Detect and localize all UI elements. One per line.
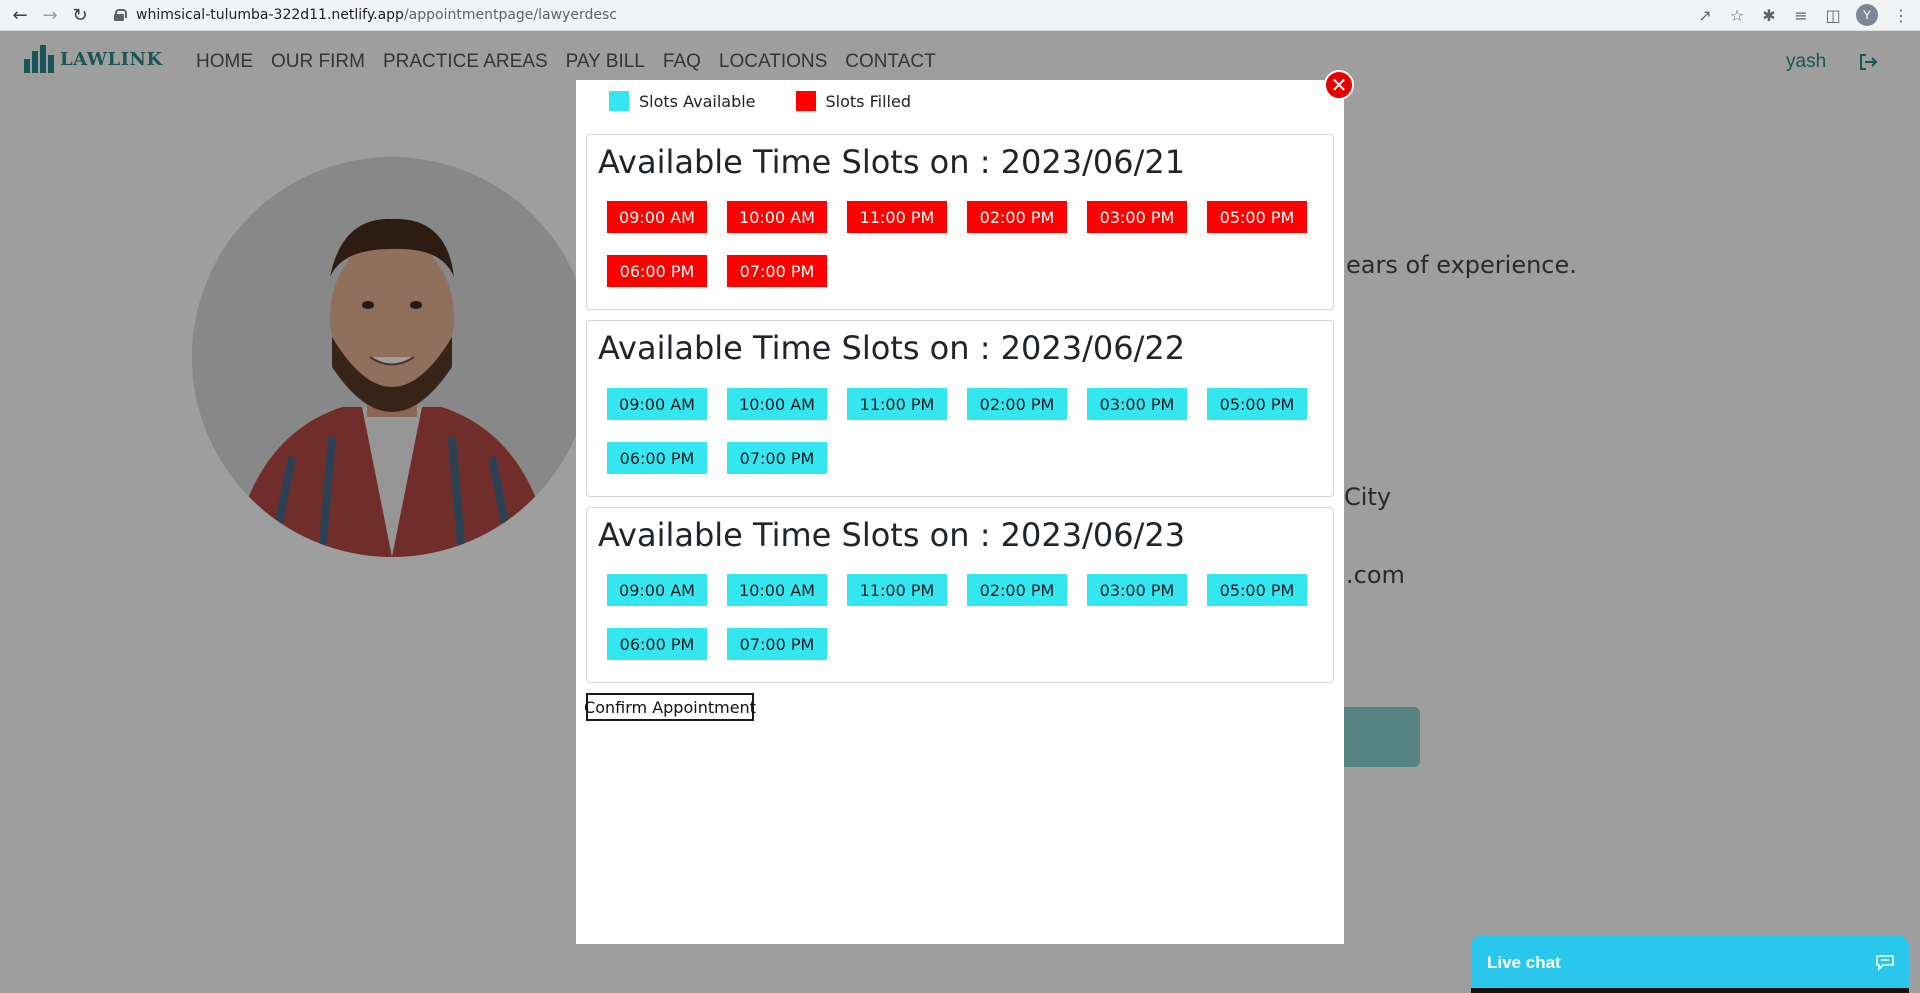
available-swatch (609, 91, 629, 111)
time-slot[interactable]: 02:00 PM (967, 388, 1067, 420)
side-panel-icon[interactable]: ◫ (1824, 6, 1842, 25)
time-slot[interactable]: 07:00 PM (727, 442, 827, 474)
time-slot[interactable]: 11:00 PM (847, 201, 947, 233)
lock-icon (114, 9, 127, 21)
reload-icon[interactable]: ↻ (68, 3, 92, 27)
forward-arrow-icon[interactable]: → (38, 3, 62, 27)
close-icon[interactable]: ✕ (1324, 70, 1354, 100)
address-bar[interactable]: whimsical-tulumba-322d11.netlify.app/app… (102, 3, 1696, 27)
time-slot[interactable]: 07:00 PM (727, 628, 827, 660)
time-slot[interactable]: 09:00 AM (607, 201, 707, 233)
extensions-icon[interactable]: ✱ (1760, 6, 1778, 25)
chat-bubble-icon (1876, 955, 1894, 971)
back-arrow-icon[interactable]: ← (8, 3, 32, 27)
time-slot[interactable]: 06:00 PM (607, 628, 707, 660)
url-host: whimsical-tulumba-322d11.netlify.app (136, 7, 404, 23)
filled-swatch (795, 91, 816, 111)
time-slot[interactable]: 03:00 PM (1087, 574, 1187, 606)
time-slot[interactable]: 09:00 AM (607, 574, 707, 606)
day-title: Available Time Slots on : 2023/06/22 (598, 329, 1186, 367)
time-slot[interactable]: 06:00 PM (607, 442, 707, 474)
time-slot[interactable]: 03:00 PM (1087, 201, 1187, 233)
time-slot[interactable]: 11:00 PM (847, 574, 947, 606)
day-card-2023-06-23: Available Time Slots on : 2023/06/23 09:… (586, 507, 1334, 683)
day-card-2023-06-21: Available Time Slots on : 2023/06/21 09:… (586, 134, 1334, 310)
menu-dots-icon[interactable]: ⋮ (1892, 6, 1910, 25)
legend-available-label: Slots Available (639, 91, 756, 111)
time-slot[interactable]: 10:00 AM (727, 201, 827, 233)
day-title: Available Time Slots on : 2023/06/21 (598, 143, 1186, 181)
time-slot[interactable]: 05:00 PM (1207, 388, 1307, 420)
time-slot[interactable]: 10:00 AM (727, 388, 827, 420)
time-slot[interactable]: 11:00 PM (847, 388, 947, 420)
star-icon[interactable]: ☆ (1728, 6, 1746, 25)
legend-filled-label: Slots Filled (825, 91, 911, 111)
time-slot[interactable]: 09:00 AM (607, 388, 707, 420)
slot-legend: Slots Available Slots Filled (609, 91, 951, 111)
time-slot[interactable]: 03:00 PM (1087, 388, 1187, 420)
reading-list-icon[interactable]: ≡ (1792, 6, 1810, 25)
day-title: Available Time Slots on : 2023/06/23 (598, 516, 1186, 554)
time-slot[interactable]: 07:00 PM (727, 255, 827, 287)
live-chat-widget[interactable]: Live chat (1471, 935, 1909, 993)
time-slot[interactable]: 10:00 AM (727, 574, 827, 606)
browser-toolbar: ← → ↻ whimsical-tulumba-322d11.netlify.a… (0, 0, 1920, 31)
time-slot[interactable]: 05:00 PM (1207, 574, 1307, 606)
url-path: /appointmentpage/lawyerdesc (403, 7, 617, 23)
confirm-appointment-button[interactable]: Confirm Appointment (584, 693, 756, 721)
legend-available: Slots Available (609, 91, 756, 111)
live-chat-label: Live chat (1487, 953, 1561, 972)
time-slot[interactable]: 05:00 PM (1207, 201, 1307, 233)
time-slot[interactable]: 06:00 PM (607, 255, 707, 287)
time-slot[interactable]: 02:00 PM (967, 574, 1067, 606)
profile-avatar[interactable]: Y (1856, 4, 1878, 26)
legend-filled: Slots Filled (795, 91, 911, 111)
share-icon[interactable]: ↗ (1696, 6, 1714, 25)
time-slot[interactable]: 02:00 PM (967, 201, 1067, 233)
day-card-2023-06-22: Available Time Slots on : 2023/06/22 09:… (586, 320, 1334, 497)
